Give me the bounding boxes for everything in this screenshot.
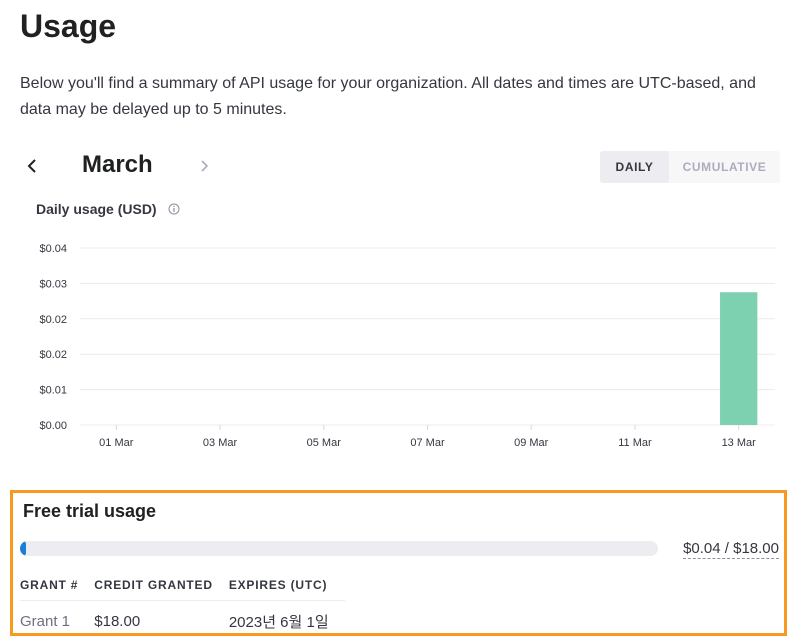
chart-title: Daily usage (USD)	[36, 201, 157, 217]
daily-toggle-button[interactable]: DAILY	[600, 151, 669, 183]
free-trial-title: Free trial usage	[23, 501, 156, 522]
x-tick-label: 07 Mar	[410, 437, 445, 449]
free-trial-progress-text[interactable]: $0.04 / $18.00	[683, 540, 779, 559]
usage-bar[interactable]	[720, 292, 757, 425]
x-tick-label: 01 Mar	[99, 437, 134, 449]
page-title: Usage	[20, 8, 116, 45]
y-tick-label: $0.01	[39, 385, 67, 397]
x-tick-label: 03 Mar	[203, 437, 238, 449]
free-trial-progress-bar	[20, 541, 658, 556]
y-tick-label: $0.03	[39, 278, 67, 290]
daily-usage-chart: $0.00 $0.01 $0.02 $0.02 $0.03 $0.04 01 Mar 03 M…	[0, 230, 804, 460]
previous-month-button[interactable]	[20, 148, 44, 184]
grants-table: GRANT # CREDIT GRANTED EXPIRES (UTC) Gra…	[20, 573, 345, 638]
table-row: Grant 1 $18.00 2023년 6월 1일	[20, 601, 345, 638]
expires-cell: 2023년 6월 1일	[229, 601, 345, 638]
x-tick-label: 05 Mar	[307, 437, 342, 449]
y-tick-label: $0.02	[39, 349, 67, 361]
column-header-expires: EXPIRES (UTC)	[229, 573, 345, 601]
grants-table-header: GRANT # CREDIT GRANTED EXPIRES (UTC)	[20, 573, 345, 601]
month-label: March	[82, 151, 153, 179]
x-tick-label: 13 Mar	[722, 437, 757, 449]
y-tick-label: $0.04	[39, 243, 67, 255]
column-header-grant: GRANT #	[20, 573, 94, 601]
chevron-left-icon	[26, 158, 38, 174]
x-tick-label: 11 Mar	[618, 437, 652, 449]
cumulative-toggle-button[interactable]: CUMULATIVE	[669, 151, 780, 183]
x-tick-label: 09 Mar	[514, 437, 549, 449]
info-icon[interactable]	[168, 203, 180, 215]
chevron-right-icon	[198, 158, 210, 174]
y-tick-label: $0.02	[39, 314, 67, 326]
column-header-credit-granted: CREDIT GRANTED	[94, 573, 229, 601]
view-toggle: DAILY CUMULATIVE	[600, 151, 780, 183]
free-trial-progress-fill	[20, 541, 26, 556]
next-month-button[interactable]	[192, 148, 216, 184]
page-description: Below you'll find a summary of API usage…	[20, 71, 790, 123]
grant-name-cell: Grant 1	[20, 601, 94, 638]
y-tick-label: $0.00	[39, 420, 67, 432]
month-navigator: March	[20, 148, 260, 184]
credit-granted-cell: $18.00	[94, 601, 229, 638]
free-trial-panel: Free trial usage $0.04 / $18.00 GRANT # …	[10, 490, 787, 636]
